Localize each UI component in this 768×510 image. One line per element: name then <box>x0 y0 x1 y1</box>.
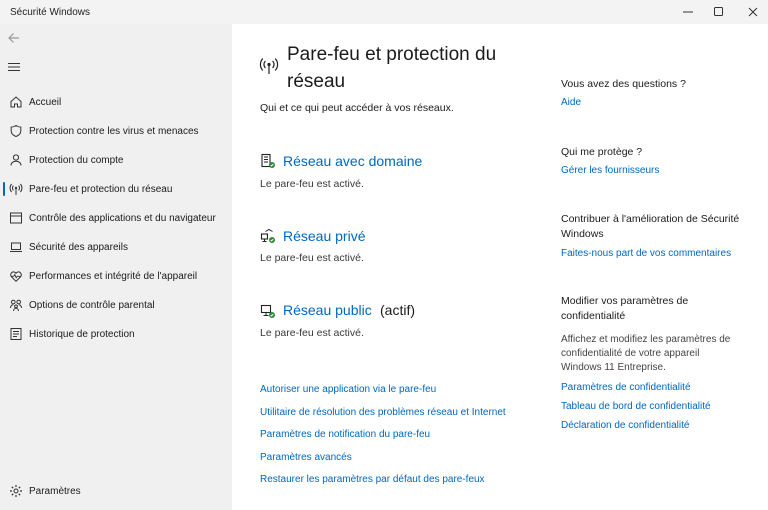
page-title: Pare-feu et protection du réseau <box>287 44 497 92</box>
selected-indicator <box>3 182 5 196</box>
sidebar-item-virus-protection[interactable]: Protection contre les virus et menaces <box>0 118 232 144</box>
sidebar: Accueil Protection contre les virus et m… <box>0 24 232 510</box>
sidebar-item-app-browser-control[interactable]: Contrôle des applications et du navigate… <box>0 205 232 231</box>
domain-network-status: Le pare-feu est activé. <box>260 178 364 190</box>
public-network-icon <box>260 303 276 324</box>
feedback-link[interactable]: Faites-nous part de vos commentaires <box>561 248 731 259</box>
title-bar: Sécurité Windows <box>0 0 768 24</box>
home-icon <box>0 95 29 109</box>
private-network-icon <box>260 228 276 249</box>
sidebar-item-device-performance[interactable]: Performances et intégrité de l'appareil <box>0 263 232 289</box>
main-content: Pare-feu et protection du réseau Qui et … <box>232 24 768 510</box>
restore-defaults-link[interactable]: Restaurer les paramètres par défaut des … <box>260 474 485 485</box>
sidebar-item-label: Contrôle des applications et du navigate… <box>29 212 216 224</box>
arrow-left-icon <box>8 33 19 43</box>
sidebar-item-label: Historique de protection <box>29 328 135 340</box>
private-network-status: Le pare-feu est activé. <box>260 252 364 264</box>
sidebar-item-label: Protection du compte <box>29 154 124 166</box>
hamburger-icon <box>8 62 20 72</box>
menu-button[interactable] <box>6 59 24 75</box>
advanced-settings-link[interactable]: Paramètres avancés <box>260 452 352 463</box>
back-button[interactable] <box>6 30 24 46</box>
app-title: Sécurité Windows <box>10 7 91 18</box>
sidebar-item-label: Performances et intégrité de l'appareil <box>29 270 198 282</box>
maximize-button[interactable] <box>701 0 737 24</box>
privacy-heading: Modifier vos paramètres de confidentiali… <box>561 295 689 322</box>
close-icon <box>748 7 758 17</box>
allow-app-link[interactable]: Autoriser une application via le pare-fe… <box>260 384 436 395</box>
manage-providers-link[interactable]: Gérer les fournisseurs <box>561 165 659 176</box>
improve-heading: Contribuer à l'amélioration de Sécurité … <box>561 213 740 240</box>
sidebar-item-protection-history[interactable]: Historique de protection <box>0 321 232 347</box>
sidebar-item-label: Paramètres <box>29 485 81 497</box>
public-network-link[interactable]: Réseau public <box>283 302 372 318</box>
antenna-icon <box>259 56 279 81</box>
active-network-label: (actif) <box>380 302 415 318</box>
sidebar-item-settings[interactable]: Paramètres <box>0 478 232 504</box>
sidebar-item-label: Options de contrôle parental <box>29 299 155 311</box>
privacy-description: Affichez et modifiez les paramètres de c… <box>561 334 731 373</box>
laptop-icon <box>0 240 29 254</box>
troubleshooter-link[interactable]: Utilitaire de résolution des problèmes r… <box>260 407 506 418</box>
sidebar-item-label: Sécurité des appareils <box>29 241 128 253</box>
privacy-dashboard-link[interactable]: Tableau de bord de confidentialité <box>561 401 711 412</box>
help-link[interactable]: Aide <box>561 97 581 108</box>
heart-pulse-icon <box>0 269 29 283</box>
domain-network-link[interactable]: Réseau avec domaine <box>283 153 422 169</box>
gear-icon <box>0 484 29 498</box>
shield-icon <box>0 124 29 138</box>
close-button[interactable] <box>735 0 768 24</box>
history-icon <box>0 327 29 341</box>
sidebar-item-label: Accueil <box>29 96 62 108</box>
sidebar-item-label: Pare-feu et protection du réseau <box>29 183 173 195</box>
sidebar-item-device-security[interactable]: Sécurité des appareils <box>0 234 232 260</box>
sidebar-item-home[interactable]: Accueil <box>0 89 232 115</box>
sidebar-item-family-options[interactable]: Options de contrôle parental <box>0 292 232 318</box>
sidebar-item-account-protection[interactable]: Protection du compte <box>0 147 232 173</box>
privacy-settings-link[interactable]: Paramètres de confidentialité <box>561 382 691 393</box>
minimize-icon <box>683 11 693 13</box>
questions-heading: Vous avez des questions ? <box>561 78 686 90</box>
privacy-statement-link[interactable]: Déclaration de confidentialité <box>561 420 689 431</box>
person-icon <box>0 153 29 167</box>
family-icon <box>0 298 29 312</box>
sidebar-item-firewall[interactable]: Pare-feu et protection du réseau <box>0 176 232 202</box>
page-subtitle: Qui et ce qui peut accéder à vos réseaux… <box>260 102 454 114</box>
public-network-status: Le pare-feu est activé. <box>260 327 364 339</box>
maximize-icon <box>714 7 723 16</box>
sidebar-item-label: Protection contre les virus et menaces <box>29 125 199 137</box>
notification-settings-link[interactable]: Paramètres de notification du pare-feu <box>260 429 430 440</box>
domain-network-icon <box>260 153 276 174</box>
private-network-link[interactable]: Réseau privé <box>283 228 366 244</box>
protection-heading: Qui me protège ? <box>561 146 643 158</box>
browser-window-icon <box>0 211 29 225</box>
